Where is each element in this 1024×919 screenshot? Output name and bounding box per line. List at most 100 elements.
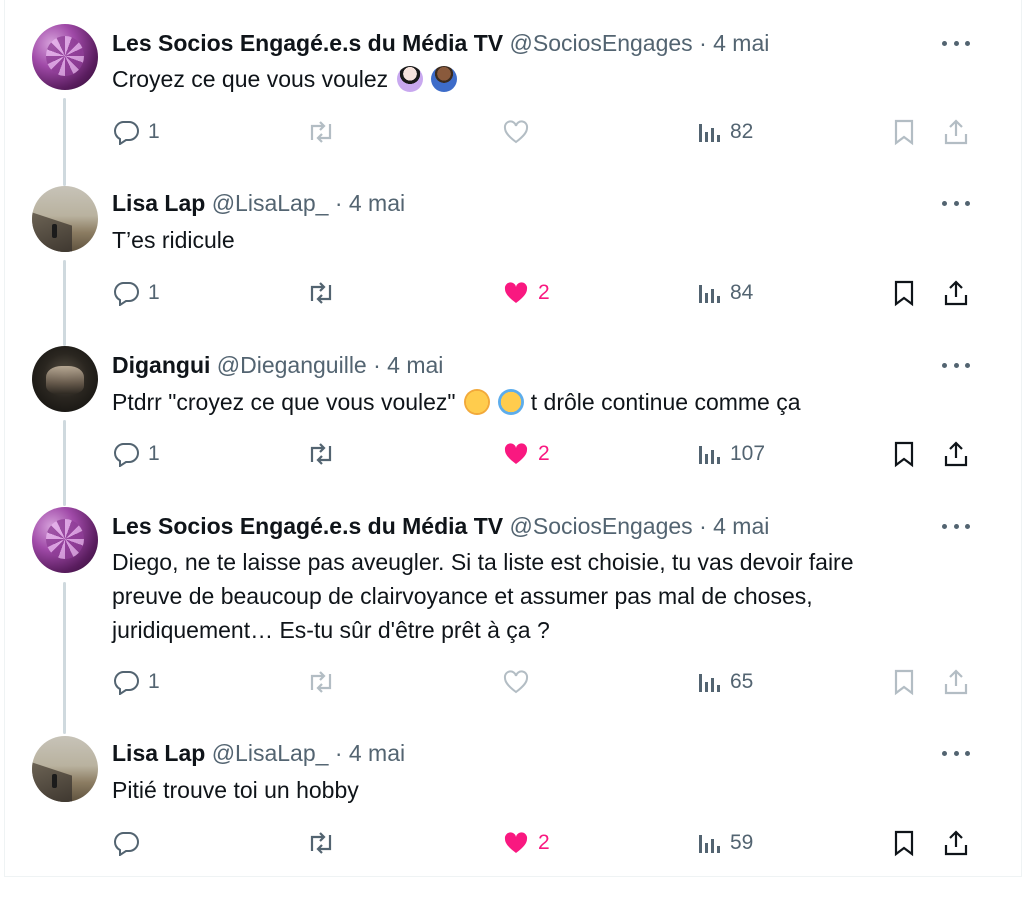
- more-icon[interactable]: [942, 198, 970, 208]
- tweet[interactable]: Lisa Lap @LisaLap_ · 4 mai Pitié trouve …: [0, 710, 1024, 877]
- share-button[interactable]: [942, 278, 970, 308]
- tweet-date[interactable]: · 4 mai: [699, 30, 769, 56]
- share-button[interactable]: [942, 117, 970, 147]
- share-button[interactable]: [942, 828, 970, 858]
- heart-icon: [503, 120, 529, 144]
- bookmark-button[interactable]: [892, 278, 916, 308]
- bookmark-icon: [894, 441, 914, 468]
- retweet-button[interactable]: [306, 667, 336, 697]
- tweet-text-line: juridiquement… Es-tu sûr d'être prêt à ç…: [112, 617, 550, 643]
- like-button[interactable]: [502, 667, 530, 697]
- man-shrugging-emoji: [430, 66, 457, 92]
- author-name[interactable]: Lisa Lap: [112, 190, 205, 216]
- tweet-text: Croyez ce que vous voulez: [112, 62, 932, 96]
- views-icon: [699, 674, 720, 692]
- like-button[interactable]: 2: [502, 278, 550, 308]
- views-button[interactable]: 65: [698, 667, 753, 697]
- like-button[interactable]: 2: [502, 439, 550, 469]
- author-handle[interactable]: @LisaLap_: [212, 190, 329, 216]
- bookmark-icon: [894, 119, 914, 146]
- retweet-button[interactable]: [306, 828, 336, 858]
- share-button[interactable]: [942, 667, 970, 697]
- avatar[interactable]: [32, 186, 98, 252]
- tweet-actions: 1 2 107: [0, 439, 1024, 469]
- views-icon: [699, 446, 720, 464]
- retweet-icon: [310, 443, 332, 465]
- bookmark-icon: [894, 280, 914, 307]
- retweet-icon: [310, 121, 332, 143]
- reply-button[interactable]: 1: [112, 439, 160, 469]
- reply-count: 1: [148, 442, 160, 465]
- tweet-actions: 1 82: [0, 117, 1024, 147]
- like-button[interactable]: 2: [502, 828, 550, 858]
- more-icon[interactable]: [942, 360, 970, 370]
- views-count: 59: [730, 831, 754, 854]
- retweet-icon: [310, 671, 332, 693]
- retweet-icon: [310, 832, 332, 854]
- bookmark-button[interactable]: [892, 667, 916, 697]
- avatar[interactable]: [32, 346, 98, 412]
- author-handle[interactable]: @Dieganguille: [217, 352, 367, 378]
- loudly-crying-emoji: [498, 389, 525, 415]
- views-button[interactable]: 84: [698, 278, 753, 308]
- tweet-actions: 2 59: [0, 828, 1024, 858]
- tweet-header: Les Socios Engagé.e.s du Média TV @Socio…: [112, 511, 769, 541]
- more-icon[interactable]: [942, 748, 970, 758]
- tweet-date[interactable]: · 4 mai: [335, 740, 405, 766]
- retweet-button[interactable]: [306, 278, 336, 308]
- tweet-text: T’es ridicule: [112, 227, 235, 253]
- reply-button[interactable]: [112, 828, 140, 858]
- avatar[interactable]: [32, 24, 98, 90]
- retweet-icon: [310, 282, 332, 304]
- avatar[interactable]: [32, 507, 98, 573]
- author-handle[interactable]: @SociosEngages: [510, 30, 693, 56]
- heart-icon: [504, 282, 528, 303]
- retweet-button[interactable]: [306, 117, 336, 147]
- views-button[interactable]: 82: [698, 117, 753, 147]
- bookmark-button[interactable]: [892, 117, 916, 147]
- author-handle[interactable]: @SociosEngages: [510, 513, 693, 539]
- like-button[interactable]: [502, 117, 530, 147]
- tweet-text: Diego, ne te laisse pas aveugler. Si ta …: [112, 545, 932, 647]
- views-button[interactable]: 59: [698, 828, 753, 858]
- tweet[interactable]: Lisa Lap @LisaLap_ · 4 mai T’es ridicule…: [0, 160, 1024, 320]
- tweet-date[interactable]: · 4 mai: [373, 352, 443, 378]
- avatar[interactable]: [32, 736, 98, 802]
- author-name[interactable]: Lisa Lap: [112, 740, 205, 766]
- author-name[interactable]: Les Socios Engagé.e.s du Média TV: [112, 513, 503, 539]
- like-count: 2: [538, 281, 550, 304]
- reply-button[interactable]: 1: [112, 117, 160, 147]
- reply-icon: [114, 671, 139, 695]
- more-icon[interactable]: [942, 38, 970, 48]
- tweet[interactable]: Les Socios Engagé.e.s du Média TV @Socio…: [0, 483, 1024, 708]
- reply-icon: [114, 832, 139, 856]
- tweet-text: Pitié trouve toi un hobby: [112, 777, 359, 803]
- reply-icon: [114, 121, 139, 145]
- reply-button[interactable]: 1: [112, 667, 160, 697]
- tweet-actions: 1 65: [0, 667, 1024, 697]
- views-button[interactable]: 107: [698, 439, 765, 469]
- share-button[interactable]: [942, 439, 970, 469]
- reply-button[interactable]: 1: [112, 278, 160, 308]
- tweet-header: Lisa Lap @LisaLap_ · 4 mai: [112, 188, 405, 218]
- tweet[interactable]: Digangui @Dieganguille · 4 mai Ptdrr "cr…: [0, 322, 1024, 482]
- tweet-date[interactable]: · 4 mai: [335, 190, 405, 216]
- share-icon: [944, 119, 968, 145]
- author-name[interactable]: Les Socios Engagé.e.s du Média TV: [112, 30, 503, 56]
- share-icon: [944, 669, 968, 695]
- bookmark-button[interactable]: [892, 828, 916, 858]
- bookmark-icon: [894, 830, 914, 857]
- tweet-date[interactable]: · 4 mai: [699, 513, 769, 539]
- tweet-actions: 1 2 84: [0, 278, 1024, 308]
- views-count: 82: [730, 120, 754, 143]
- author-handle[interactable]: @LisaLap_: [212, 740, 329, 766]
- retweet-button[interactable]: [306, 439, 336, 469]
- views-count: 107: [730, 442, 766, 465]
- more-icon[interactable]: [942, 521, 970, 531]
- author-name[interactable]: Digangui: [112, 352, 210, 378]
- tweet[interactable]: Les Socios Engagé.e.s du Média TV @Socio…: [0, 0, 1024, 160]
- tears-of-joy-emoji: [464, 389, 490, 415]
- like-count: 2: [538, 442, 550, 465]
- heart-icon: [503, 670, 529, 694]
- bookmark-button[interactable]: [892, 439, 916, 469]
